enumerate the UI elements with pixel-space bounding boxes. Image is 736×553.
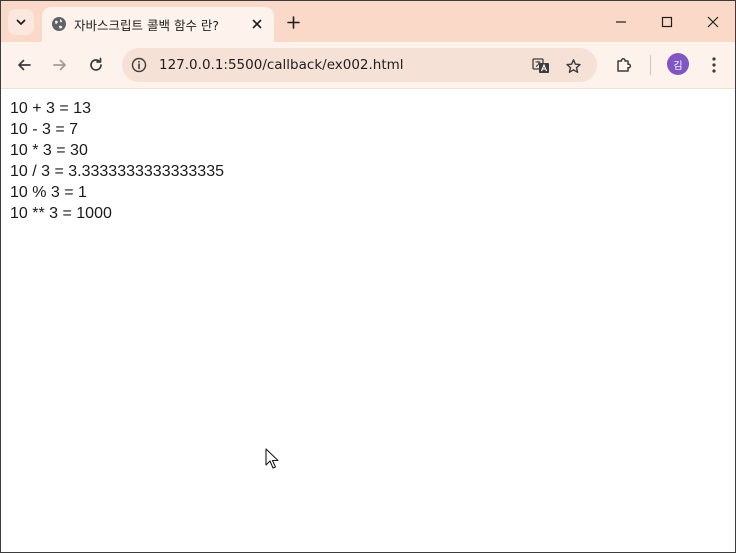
maximize-icon [661, 16, 673, 28]
reload-icon [90, 57, 102, 71]
tab-search-button[interactable] [8, 9, 34, 35]
toolbar: 127.0.0.1:5500/callback/ex002.html 김 [1, 42, 735, 89]
bookmark-button[interactable] [563, 56, 583, 76]
browser-window: 자바스크립트 콜백 함수 란? 127.0.0.1:5500/callback/… [0, 0, 736, 553]
toolbar-separator [650, 55, 651, 75]
star-icon [565, 58, 581, 73]
minimize-icon [616, 21, 626, 23]
arrow-left-icon [18, 59, 31, 71]
tab-title: 자바스크립트 콜백 함수 란? [74, 18, 220, 33]
new-tab-button[interactable] [283, 12, 303, 32]
output-line-addition: 10 + 3 = 13 [10, 100, 91, 117]
page-content: 10 + 3 = 13 10 - 3 = 7 10 * 3 = 30 10 / … [1, 89, 735, 552]
arrow-right-icon [53, 59, 66, 71]
minimize-button[interactable] [607, 9, 635, 35]
extensions-button[interactable] [612, 53, 636, 77]
back-button[interactable] [12, 53, 36, 77]
chevron-down-icon [16, 19, 26, 25]
output-line-multiplication: 10 * 3 = 30 [10, 142, 88, 159]
plus-icon [286, 15, 300, 29]
more-vert-icon [712, 57, 716, 73]
reload-button[interactable] [84, 53, 108, 77]
tab-active[interactable]: 자바스크립트 콜백 함수 란? [42, 7, 274, 42]
address-bar[interactable]: 127.0.0.1:5500/callback/ex002.html [122, 48, 597, 82]
menu-button[interactable] [702, 53, 726, 77]
output-line-subtraction: 10 - 3 = 7 [10, 121, 79, 138]
translate-button[interactable] [531, 56, 551, 76]
output-line-division: 10 / 3 = 3.3333333333333335 [10, 163, 224, 180]
output-line-modulo: 10 % 3 = 1 [10, 184, 87, 201]
globe-icon [52, 17, 66, 31]
site-info-button[interactable] [130, 56, 148, 74]
close-window-button[interactable] [699, 9, 727, 35]
tab-strip: 자바스크립트 콜백 함수 란? [1, 1, 735, 42]
maximize-button[interactable] [653, 9, 681, 35]
forward-button[interactable] [48, 53, 72, 77]
translate-icon [532, 58, 549, 73]
info-icon [131, 57, 147, 73]
close-icon [707, 16, 719, 28]
close-icon [252, 19, 262, 29]
mouse-pointer-icon [265, 448, 279, 469]
output-line-exponent: 10 ** 3 = 1000 [10, 205, 112, 222]
url-text[interactable]: 127.0.0.1:5500/callback/ex002.html [159, 57, 404, 73]
profile-avatar[interactable]: 김 [667, 53, 689, 75]
tab-close-button[interactable] [248, 15, 266, 33]
puzzle-icon [617, 58, 632, 72]
